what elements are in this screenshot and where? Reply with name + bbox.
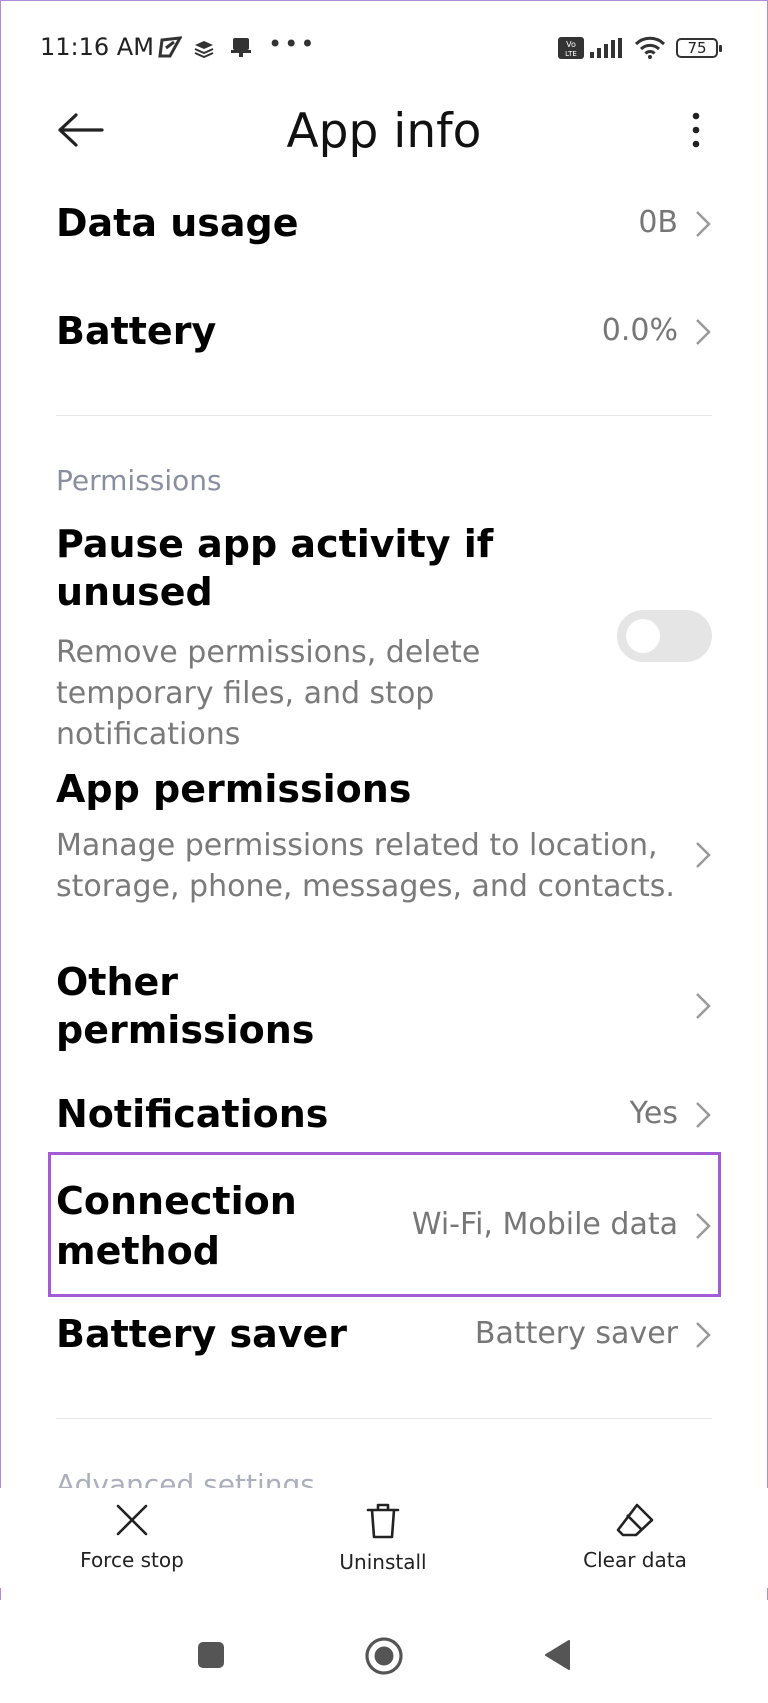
square-icon bbox=[198, 1642, 224, 1668]
back-nav-button[interactable] bbox=[542, 1638, 572, 1676]
battery-value: 0.0% bbox=[601, 313, 678, 348]
data-usage-row[interactable]: Data usage 0B bbox=[56, 195, 712, 255]
svg-text:LTE: LTE bbox=[565, 50, 577, 58]
notification-icon bbox=[230, 36, 252, 62]
layers-icon bbox=[194, 40, 214, 62]
pause-activity-toggle[interactable] bbox=[617, 610, 712, 662]
divider bbox=[56, 1418, 712, 1419]
clear-data-button[interactable]: Clear data bbox=[545, 1502, 725, 1572]
chevron-right-icon bbox=[696, 842, 711, 868]
bottom-action-bar: Force stop Uninstall Clear data bbox=[0, 1488, 768, 1588]
volte-icon: Vo LTE bbox=[558, 37, 584, 63]
system-nav-bar bbox=[0, 1600, 768, 1703]
notifications-row[interactable]: Notifications Yes bbox=[56, 1090, 712, 1146]
battery-icon: 75 bbox=[676, 38, 722, 58]
pause-activity-label: Pause app activity if unused bbox=[56, 522, 494, 614]
pause-activity-description: Remove permissions, delete temporary fil… bbox=[56, 635, 481, 752]
app-permissions-row[interactable]: App permissions Manage permissions relat… bbox=[56, 765, 712, 945]
battery-saver-row[interactable]: Battery saver Battery saver bbox=[56, 1310, 712, 1366]
permissions-section-title: Permissions bbox=[56, 464, 222, 497]
triangle-back-icon bbox=[545, 1640, 570, 1670]
close-icon bbox=[116, 1504, 148, 1536]
trash-icon bbox=[366, 1503, 400, 1539]
battery-saver-value: Battery saver bbox=[474, 1316, 678, 1351]
status-time: 11:16 AM bbox=[40, 33, 154, 61]
data-usage-value: 0B bbox=[638, 205, 678, 240]
other-permissions-row[interactable]: Other permissions bbox=[56, 958, 712, 1058]
force-stop-label: Force stop bbox=[80, 1548, 184, 1572]
send-icon bbox=[158, 36, 183, 62]
chevron-right-icon bbox=[696, 993, 711, 1019]
chevron-right-icon bbox=[696, 319, 711, 345]
battery-row[interactable]: Battery 0.0% bbox=[56, 303, 712, 363]
battery-label: Battery bbox=[56, 309, 217, 353]
signal-icon bbox=[590, 38, 624, 62]
uninstall-label: Uninstall bbox=[339, 1550, 427, 1574]
pause-activity-row[interactable]: Pause app activity if unused Remove perm… bbox=[56, 520, 712, 760]
chevron-right-icon bbox=[696, 211, 711, 237]
app-permissions-label: App permissions bbox=[56, 767, 412, 811]
chevron-right-icon bbox=[696, 1322, 711, 1348]
page-title: App info bbox=[286, 104, 482, 159]
home-button[interactable] bbox=[364, 1636, 404, 1680]
status-bar: 11:16 AM ••• Vo LTE 75 bbox=[0, 0, 768, 100]
recents-button[interactable] bbox=[196, 1640, 226, 1674]
clear-data-label: Clear data bbox=[583, 1548, 687, 1572]
toggle-knob bbox=[626, 619, 660, 653]
home-circle-icon bbox=[365, 1637, 403, 1675]
more-vertical-icon bbox=[692, 112, 700, 148]
eraser-icon bbox=[616, 1503, 654, 1537]
battery-saver-label: Battery saver bbox=[56, 1312, 347, 1356]
data-usage-label: Data usage bbox=[56, 201, 299, 245]
other-permissions-label: Other permissions bbox=[56, 960, 315, 1052]
wifi-icon bbox=[634, 36, 666, 64]
divider bbox=[56, 415, 712, 416]
notifications-label: Notifications bbox=[56, 1092, 329, 1136]
highlight-box bbox=[48, 1152, 721, 1297]
more-notifications-icon: ••• bbox=[268, 30, 317, 58]
notifications-value: Yes bbox=[629, 1096, 678, 1131]
app-permissions-description: Manage permissions related to location, … bbox=[56, 828, 675, 904]
chevron-right-icon bbox=[696, 1102, 711, 1128]
more-options-button[interactable] bbox=[682, 108, 710, 152]
force-stop-button[interactable]: Force stop bbox=[42, 1502, 222, 1572]
advanced-settings-section-title: Advanced settings bbox=[56, 1468, 315, 1488]
svg-text:Vo: Vo bbox=[566, 40, 576, 49]
uninstall-button[interactable]: Uninstall bbox=[293, 1502, 473, 1574]
